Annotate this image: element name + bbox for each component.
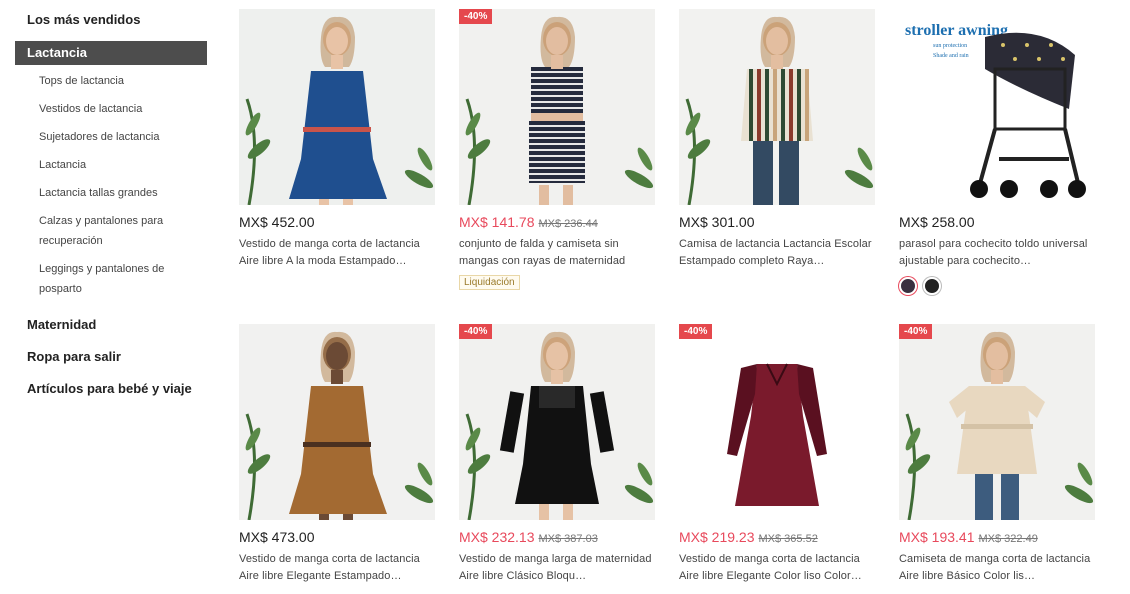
- subcategory-nursing-dresses[interactable]: Vestidos de lactancia: [15, 99, 207, 127]
- category-going-out[interactable]: Ropa para salir: [15, 341, 207, 373]
- product-title[interactable]: Vestido de manga corta de lactancia Aire…: [679, 551, 875, 585]
- subcategory-postpartum-leggings[interactable]: Leggings y pantalones de posparto: [15, 259, 207, 307]
- product-title[interactable]: Vestido de manga larga de maternidad Air…: [459, 551, 655, 585]
- product-price: MX$ 141.78: [459, 214, 535, 230]
- price-row: MX$ 193.41 MX$ 322.49: [899, 529, 1095, 547]
- category-nursing[interactable]: Lactancia: [15, 41, 207, 65]
- category-maternity[interactable]: Maternidad: [15, 309, 207, 341]
- product-image[interactable]: [239, 324, 435, 520]
- product-card-striped-nursing-shirt[interactable]: MX$ 301.00 Camisa de lactancia Lactancia …: [679, 9, 875, 270]
- price-row: MX$ 232.13 MX$ 387.03: [459, 529, 655, 547]
- color-swatch-black[interactable]: [923, 277, 941, 295]
- price-row: MX$ 258.00: [899, 214, 1095, 232]
- product-title[interactable]: Vestido de manga corta de lactancia Aire…: [239, 551, 435, 585]
- price-row: MX$ 219.23 MX$ 365.52: [679, 529, 875, 547]
- product-title[interactable]: conjunto de falda y camiseta sin mangas …: [459, 236, 655, 270]
- discount-badge: -40%: [459, 9, 493, 24]
- product-title[interactable]: parasol para cochecito toldo universal a…: [899, 236, 1095, 270]
- product-title[interactable]: Vestido de manga corta de lactancia Aire…: [239, 236, 435, 270]
- clearance-tag: Liquidación: [459, 275, 520, 290]
- product-card-striped-skirt-set[interactable]: -40% MX$ 141.78 MX$ 236.44 conjunto de fald…: [459, 9, 655, 290]
- subcategory-recovery-leggings[interactable]: Calzas y pantalones para recuperación: [15, 211, 207, 259]
- price-row: MX$ 301.00: [679, 214, 875, 232]
- price-row: MX$ 452.00: [239, 214, 435, 232]
- product-image[interactable]: -40%: [899, 324, 1095, 520]
- product-price: MX$ 219.23: [679, 529, 755, 545]
- svg-text:Shade and rain: Shade and rain: [933, 53, 969, 59]
- product-price: MX$ 193.41: [899, 529, 975, 545]
- discount-badge: -40%: [459, 324, 493, 339]
- product-price: MX$ 473.00: [239, 529, 315, 545]
- product-image[interactable]: -40%: [459, 9, 655, 205]
- svg-text:sun protection: sun protection: [933, 43, 967, 49]
- original-price: MX$ 387.03: [538, 533, 598, 545]
- product-card-black-lace-dress[interactable]: -40% MX$ 232.13 MX$ 387.03 Vestido de manga…: [459, 324, 655, 594]
- original-price: MX$ 365.52: [758, 533, 818, 545]
- product-card-leopard-nursing-dress[interactable]: MX$ 473.00 Vestido de manga corta de lact…: [239, 324, 435, 585]
- category-sidebar: Los más vendidos Lactancia Tops de lacta…: [15, 0, 207, 405]
- product-image[interactable]: [679, 9, 875, 205]
- color-swatches: [899, 277, 1095, 295]
- price-row: MX$ 473.00: [239, 529, 435, 547]
- product-image[interactable]: stroller awning sun protection Shade and…: [899, 9, 1095, 205]
- product-image[interactable]: -40%: [679, 324, 875, 520]
- original-price: MX$ 236.44: [538, 218, 598, 230]
- subcategory-nursing-bras[interactable]: Sujetadores de lactancia: [15, 127, 207, 155]
- subcategory-nursing[interactable]: Lactancia: [15, 155, 207, 183]
- discount-badge: -40%: [899, 324, 933, 339]
- product-card-nursing-dress-blue[interactable]: MX$ 452.00 Vestido de manga corta de lact…: [239, 9, 435, 270]
- product-price: MX$ 258.00: [899, 214, 975, 230]
- subcategory-list: Tops de lactancia Vestidos de lactancia …: [15, 71, 207, 307]
- product-title[interactable]: Camiseta de manga corta de lactancia Air…: [899, 551, 1095, 585]
- product-card-beige-nursing-top[interactable]: -40% MX$ 193.41 MX$ 322.49 Camiseta de mang…: [899, 324, 1095, 594]
- color-swatch-print[interactable]: [899, 277, 917, 295]
- product-price: MX$ 301.00: [679, 214, 755, 230]
- category-best-sellers[interactable]: Los más vendidos: [15, 8, 207, 32]
- product-price: MX$ 452.00: [239, 214, 315, 230]
- discount-badge: -40%: [679, 324, 713, 339]
- subcategory-nursing-plus-size[interactable]: Lactancia tallas grandes: [15, 183, 207, 211]
- price-row: MX$ 141.78 MX$ 236.44: [459, 214, 655, 232]
- category-baby-travel[interactable]: Artículos para bebé y viaje: [15, 373, 207, 405]
- product-image[interactable]: [239, 9, 435, 205]
- product-price: MX$ 232.13: [459, 529, 535, 545]
- product-card-velvet-burgundy-dress[interactable]: -40% MX$ 219.23 MX$ 365.52 Vestido de manga…: [679, 324, 875, 594]
- subcategory-nursing-tops[interactable]: Tops de lactancia: [15, 71, 207, 99]
- product-card-stroller-awning[interactable]: stroller awning sun protection Shade and…: [899, 9, 1095, 295]
- product-title[interactable]: Camisa de lactancia Lactancia Escolar Es…: [679, 236, 875, 270]
- original-price: MX$ 322.49: [978, 533, 1038, 545]
- product-image[interactable]: -40%: [459, 324, 655, 520]
